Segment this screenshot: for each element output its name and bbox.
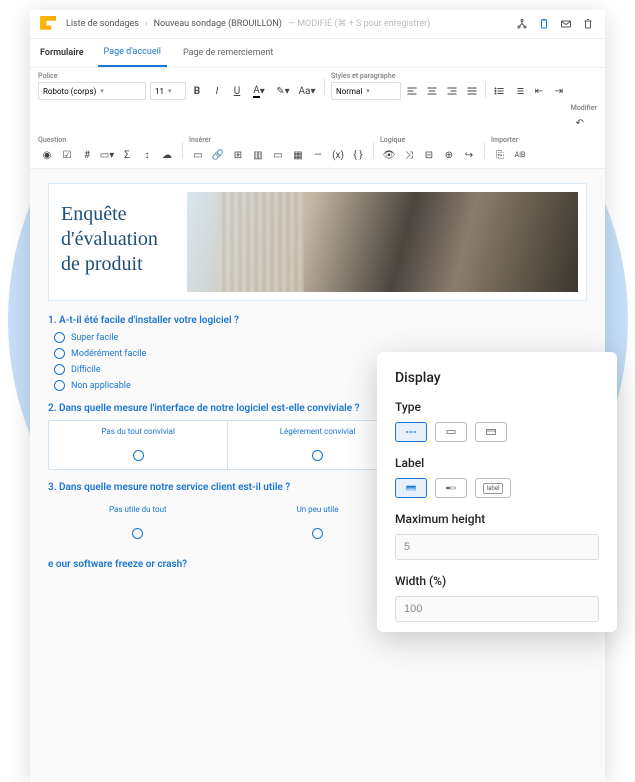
chevron-down-icon: ▾ bbox=[100, 87, 104, 95]
underline-button[interactable]: U bbox=[228, 82, 246, 100]
list-bullet-button[interactable] bbox=[490, 82, 508, 100]
display-panel: Display Type Label label Maximum height … bbox=[377, 352, 617, 632]
width-label: Width (%) bbox=[395, 574, 599, 588]
logic-shuffle-button[interactable]: ⤨ bbox=[400, 146, 418, 164]
chevron-down-icon: ▾ bbox=[366, 87, 370, 95]
insert-hr-button[interactable]: — bbox=[309, 146, 327, 164]
label-option-above[interactable] bbox=[395, 478, 427, 498]
insert-table-button[interactable]: ▦ bbox=[289, 146, 307, 164]
logic-field-button[interactable]: ⊟ bbox=[420, 146, 438, 164]
breadcrumb-list[interactable]: Liste de sondages bbox=[66, 19, 139, 29]
radio-icon[interactable] bbox=[54, 364, 65, 375]
math-question-button[interactable]: Σ bbox=[118, 146, 136, 164]
insert-image-button[interactable]: ▭ bbox=[269, 146, 287, 164]
dropdown-question-button[interactable]: ▭▾ bbox=[98, 146, 116, 164]
text-color-button[interactable]: A▾ bbox=[248, 82, 270, 100]
indent-button[interactable]: ⇥ bbox=[550, 82, 568, 100]
insert-text-button[interactable]: ▭ bbox=[189, 146, 207, 164]
insert-section-button[interactable]: ⊞ bbox=[229, 146, 247, 164]
modify-group-label: Modifier bbox=[571, 104, 597, 112]
radio-icon[interactable] bbox=[312, 528, 323, 539]
section-label: Formulaire bbox=[40, 48, 84, 58]
tab-thanks[interactable]: Page de remerciement bbox=[177, 40, 279, 66]
type-option-box[interactable] bbox=[435, 422, 467, 442]
highlight-button[interactable]: ✎▾ bbox=[272, 82, 294, 100]
page-tabs: Formulaire Page d'accueil Page de remerc… bbox=[30, 39, 605, 68]
paragraph-style-select[interactable]: Normal▾ bbox=[331, 82, 401, 100]
align-right-button[interactable] bbox=[443, 82, 461, 100]
insert-columns-button[interactable]: ▥ bbox=[249, 146, 267, 164]
list-number-button[interactable] bbox=[510, 82, 528, 100]
checkbox-question-button[interactable]: ☑ bbox=[58, 146, 76, 164]
breadcrumb-current[interactable]: Nouveau sondage (BROUILLON) bbox=[154, 19, 282, 29]
type-label: Type bbox=[395, 400, 599, 414]
font-size-select[interactable]: 11▾ bbox=[150, 82, 186, 100]
import-copy-button[interactable]: ⎘ bbox=[491, 146, 509, 164]
question-group-label: Question bbox=[38, 136, 176, 144]
logic-skip-button[interactable]: ↪ bbox=[460, 146, 478, 164]
label-options: label bbox=[395, 478, 599, 498]
align-left-button[interactable] bbox=[403, 82, 421, 100]
tree-icon[interactable] bbox=[515, 17, 529, 31]
topbar-actions bbox=[515, 17, 595, 31]
logo-icon bbox=[40, 16, 56, 32]
option[interactable]: Super facile bbox=[54, 332, 587, 343]
mail-icon[interactable] bbox=[559, 17, 573, 31]
insert-group-label: Insérer bbox=[189, 136, 367, 144]
chevron-down-icon: ▾ bbox=[168, 87, 172, 95]
upload-question-button[interactable]: ☁ bbox=[158, 146, 176, 164]
breadcrumb: Liste de sondages › Nouveau sondage (BRO… bbox=[66, 19, 515, 29]
label-label: Label bbox=[395, 456, 599, 470]
label-option-text[interactable]: label bbox=[475, 478, 511, 498]
clipboard-icon[interactable] bbox=[537, 17, 551, 31]
radio-icon[interactable] bbox=[54, 348, 65, 359]
maxheight-input[interactable] bbox=[395, 534, 599, 560]
type-option-window[interactable] bbox=[475, 422, 507, 442]
chevron-right-icon: › bbox=[145, 19, 148, 29]
insert-link-button[interactable]: 🔗 bbox=[209, 146, 227, 164]
align-justify-button[interactable] bbox=[463, 82, 481, 100]
case-button[interactable]: Aa▾ bbox=[296, 82, 318, 100]
logic-branch-button[interactable]: ⊕ bbox=[440, 146, 458, 164]
tab-home[interactable]: Page d'accueil bbox=[98, 39, 167, 67]
insert-var-button[interactable]: (x) bbox=[329, 146, 347, 164]
font-group-label: Police bbox=[38, 72, 146, 80]
width-input[interactable] bbox=[395, 596, 599, 622]
panel-title: Display bbox=[395, 370, 599, 386]
rating-question-button[interactable]: ↕ bbox=[138, 146, 156, 164]
radio-icon[interactable] bbox=[132, 528, 143, 539]
form-header[interactable]: Enquête d'évaluation de produit bbox=[48, 183, 587, 301]
logic-group-label: Logique bbox=[380, 136, 478, 144]
grid-question-button[interactable]: # bbox=[78, 146, 96, 164]
delete-icon[interactable] bbox=[581, 17, 595, 31]
outdent-button[interactable]: ⇤ bbox=[530, 82, 548, 100]
toolbar: Police Roboto (corps)▾ 11▾ B I U A▾ ✎▾ A… bbox=[30, 68, 605, 169]
form-title[interactable]: Enquête d'évaluation de produit bbox=[57, 192, 177, 292]
type-options bbox=[395, 422, 599, 442]
radio-icon[interactable] bbox=[133, 450, 144, 461]
radio-icon[interactable] bbox=[312, 450, 323, 461]
styles-group-label: Styles et paragraphe bbox=[331, 72, 568, 80]
undo-button[interactable]: ↶ bbox=[571, 114, 589, 132]
radio-question-button[interactable]: ◉ bbox=[38, 146, 56, 164]
insert-code-button[interactable]: { } bbox=[349, 146, 367, 164]
maxheight-label: Maximum height bbox=[395, 512, 599, 526]
radio-icon[interactable] bbox=[54, 332, 65, 343]
question-title[interactable]: 1. A-t-il été facile d'installer votre l… bbox=[48, 315, 587, 326]
scale-header: Pas utile du tout bbox=[48, 499, 228, 520]
import-var-button[interactable]: A|B bbox=[511, 146, 529, 164]
type-option-connected[interactable] bbox=[395, 422, 427, 442]
label-option-inline[interactable] bbox=[435, 478, 467, 498]
header-image[interactable] bbox=[187, 192, 578, 292]
logic-show-button[interactable]: 👁 bbox=[380, 146, 398, 164]
topbar: Liste de sondages › Nouveau sondage (BRO… bbox=[30, 10, 605, 39]
font-select[interactable]: Roboto (corps)▾ bbox=[38, 82, 146, 100]
modified-hint: — MODIFIÉ (⌘ + S pour enregistrer) bbox=[288, 19, 430, 29]
italic-button[interactable]: I bbox=[208, 82, 226, 100]
radio-icon[interactable] bbox=[54, 380, 65, 391]
align-center-button[interactable] bbox=[423, 82, 441, 100]
import-group-label: Importer bbox=[491, 136, 529, 144]
scale-header: Pas du tout convivial bbox=[49, 421, 228, 442]
bold-button[interactable]: B bbox=[188, 82, 206, 100]
